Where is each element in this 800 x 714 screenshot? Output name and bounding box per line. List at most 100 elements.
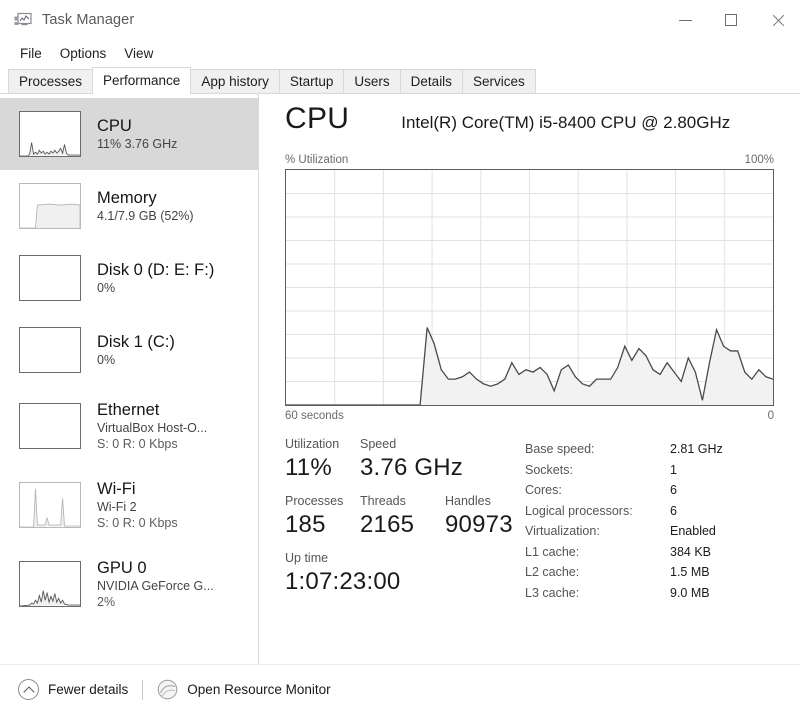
ethernet-thumbnail-graph: [19, 402, 81, 449]
minimize-icon: [678, 19, 692, 21]
spec-label-l1-cache: L1 cache:: [525, 544, 580, 559]
title-bar: Task Manager: [0, 0, 800, 40]
fewer-details-button[interactable]: Fewer details: [18, 679, 128, 700]
content-area: CPU 11% 3.76 GHz Memory 4.1/7.9 GB (52%)…: [0, 94, 800, 701]
menu-item-options[interactable]: Options: [52, 43, 115, 64]
stat-value-speed: 3.76 GHz: [360, 454, 463, 481]
tab-startup[interactable]: Startup: [278, 69, 345, 93]
stat-label-uptime: Up time: [285, 551, 329, 565]
tab-details[interactable]: Details: [399, 69, 463, 93]
tab-performance[interactable]: Performance: [92, 67, 192, 94]
cpu-model-name: Intel(R) Core(TM) i5-8400 CPU @ 2.80GHz: [401, 113, 731, 132]
spec-label-sockets: Sockets:: [525, 462, 573, 477]
spec-label-logical-processors: Logical processors:: [525, 503, 633, 518]
sidebar-item-memory[interactable]: Memory 4.1/7.9 GB (52%): [0, 170, 258, 242]
stat-utilization: Utilization 11%: [285, 436, 360, 483]
graph-x-start: 60 seconds: [285, 410, 344, 422]
sidebar-title-disk1: Disk 1 (C:): [97, 333, 175, 351]
stat-label-processes: Processes: [285, 494, 344, 508]
task-manager-icon: [14, 12, 32, 28]
memory-thumbnail-graph: [19, 183, 81, 229]
sidebar-item-disk1[interactable]: Disk 1 (C:) 0%: [0, 314, 258, 386]
spec-row-l1-cache: L1 cache: 384 KB: [525, 542, 774, 563]
sidebar-sub-gpu0: NVIDIA GeForce G...: [97, 578, 214, 593]
wifi-thumbnail-graph: [19, 481, 81, 528]
sidebar-sub-disk1: 0%: [97, 353, 116, 367]
sidebar-rate-ethernet: S: 0 R: 0 Kbps: [97, 436, 178, 451]
graph-x-end: 0: [767, 410, 774, 422]
menu-item-file[interactable]: File: [12, 43, 50, 64]
close-button[interactable]: [754, 0, 800, 40]
sidebar-sub-wifi: Wi-Fi 2: [97, 499, 137, 514]
spec-label-base-speed: Base speed:: [525, 442, 595, 456]
stat-label-utilization: Utilization: [285, 437, 340, 451]
stat-value-processes: 185: [285, 511, 326, 538]
maximize-button[interactable]: [708, 0, 754, 40]
stat-label-speed: Speed: [360, 437, 397, 451]
window-controls: [662, 0, 800, 40]
sidebar-sub-disk0: 0%: [97, 281, 116, 295]
spec-value-cores: 6: [670, 483, 677, 497]
sidebar-text-disk1: Disk 1 (C:) 0%: [97, 332, 175, 368]
stat-speed: Speed 3.76 GHz: [360, 436, 463, 483]
cpu-header: CPU Intel(R) Core(TM) i5-8400 CPU @ 2.80…: [285, 102, 774, 154]
gpu0-thumbnail-graph: [19, 560, 81, 607]
spec-value-logical-processors: 6: [670, 503, 677, 518]
spec-value-base-speed: 2.81 GHz: [670, 442, 723, 456]
tab-processes[interactable]: Processes: [8, 69, 94, 93]
stat-label-handles: Handles: [445, 494, 491, 508]
stat-threads: Threads 2165: [360, 493, 445, 540]
chevron-up-icon: [18, 679, 39, 700]
sidebar-item-wifi[interactable]: Wi-Fi Wi-Fi 2 S: 0 R: 0 Kbps: [0, 465, 258, 544]
tab-services[interactable]: Services: [461, 69, 536, 93]
resource-sidebar: CPU 11% 3.76 GHz Memory 4.1/7.9 GB (52%)…: [0, 94, 259, 701]
sidebar-text-gpu0: GPU 0 NVIDIA GeForce G... 2%: [97, 558, 214, 610]
graph-y-max: 100%: [744, 154, 774, 166]
sidebar-item-cpu[interactable]: CPU 11% 3.76 GHz: [0, 98, 258, 170]
tab-users[interactable]: Users: [343, 69, 401, 93]
sidebar-title-gpu0: GPU 0: [97, 558, 147, 577]
disk0-thumbnail-graph: [19, 255, 81, 301]
fewer-details-label: Fewer details: [48, 682, 129, 697]
menu-bar: File Options View: [0, 40, 800, 66]
spec-value-l1-cache: 384 KB: [670, 544, 712, 559]
window-title: Task Manager: [42, 12, 135, 28]
spec-value-sockets: 1: [670, 462, 677, 477]
sidebar-title-disk0: Disk 0 (D: E: F:): [97, 261, 215, 279]
maximize-icon: [725, 14, 737, 26]
stat-label-threads: Threads: [360, 494, 406, 508]
sidebar-item-ethernet[interactable]: Ethernet VirtualBox Host-O... S: 0 R: 0 …: [0, 386, 258, 465]
stat-value-threads: 2165: [360, 511, 415, 538]
sidebar-sub-ethernet: VirtualBox Host-O...: [97, 420, 208, 435]
cpu-detail-panel: CPU Intel(R) Core(TM) i5-8400 CPU @ 2.80…: [259, 94, 800, 701]
menu-item-view[interactable]: View: [116, 43, 161, 64]
stat-value-utilization: 11%: [285, 454, 332, 481]
sidebar-text-wifi: Wi-Fi Wi-Fi 2 S: 0 R: 0 Kbps: [97, 479, 178, 531]
stat-handles: Handles 90973: [445, 493, 513, 540]
spec-label-l2-cache: L2 cache:: [525, 565, 580, 579]
tab-app-history[interactable]: App history: [190, 69, 280, 93]
stat-group-uptime: Up time 1:07:23:00: [285, 550, 525, 597]
cpu-chart-svg: [286, 170, 773, 405]
cpu-utilization-graph[interactable]: [285, 169, 774, 406]
spec-row-l3-cache: L3 cache: 9.0 MB: [525, 583, 774, 604]
spec-row-base-speed: Base speed: 2.81 GHz: [525, 439, 774, 460]
minimize-button[interactable]: [662, 0, 708, 40]
spec-value-l2-cache: 1.5 MB: [670, 565, 710, 579]
sidebar-title-cpu: CPU: [97, 117, 132, 135]
disk1-thumbnail-graph: [19, 327, 81, 373]
stat-value-uptime: 1:07:23:00: [285, 568, 401, 595]
cpu-thumbnail-graph: [19, 111, 81, 157]
sidebar-item-gpu0[interactable]: GPU 0 NVIDIA GeForce G... 2%: [0, 544, 258, 623]
cpu-specs-list: Base speed: 2.81 GHz Sockets: 1 Cores: 6…: [525, 436, 774, 607]
sidebar-sub-cpu: 11% 3.76 GHz: [97, 137, 178, 151]
sidebar-rate-wifi: S: 0 R: 0 Kbps: [97, 515, 178, 530]
sidebar-item-disk0[interactable]: Disk 0 (D: E: F:) 0%: [0, 242, 258, 314]
spec-row-virtualization: Virtualization: Enabled: [525, 521, 774, 542]
open-resource-monitor-button[interactable]: Open Resource Monitor: [157, 679, 331, 700]
footer-divider: [142, 679, 144, 700]
stat-processes: Processes 185: [285, 493, 360, 540]
sidebar-title-memory: Memory: [97, 189, 157, 207]
sidebar-title-ethernet: Ethernet: [97, 400, 160, 419]
close-icon: [771, 14, 784, 27]
